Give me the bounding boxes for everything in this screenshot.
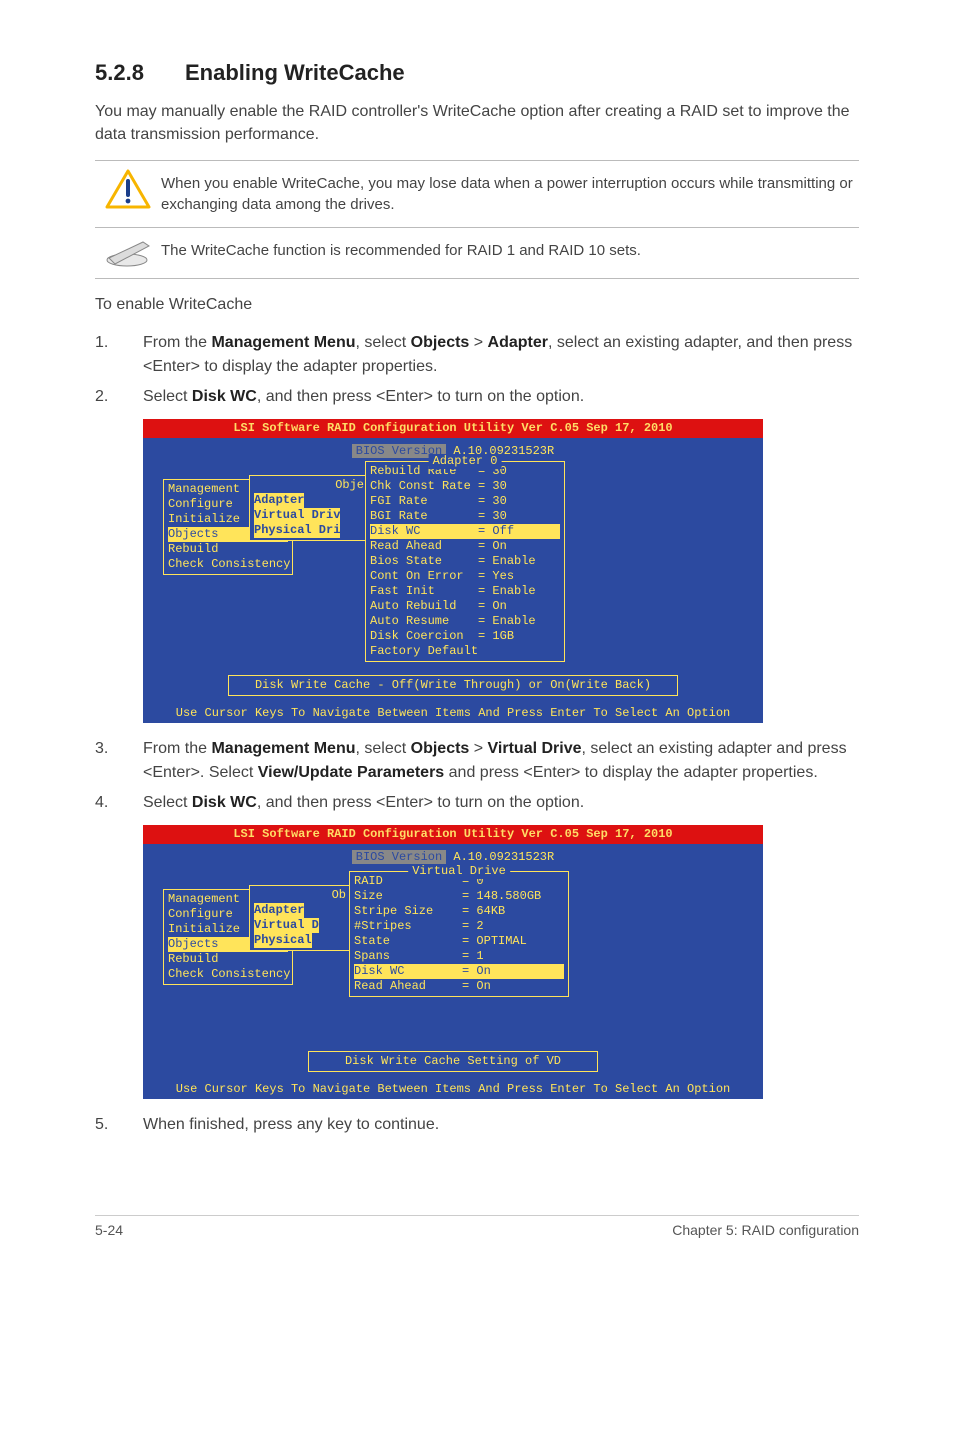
menu-item[interactable]: Rebuild (168, 542, 288, 557)
objects-submenu[interactable]: Obje Adapter Virtual Driv Physical Dri (249, 475, 369, 541)
bios-title-red: LSI Software RAID Configuration Utility … (143, 419, 763, 438)
submenu-item[interactable]: Virtual Driv (254, 508, 340, 523)
status-message: Disk Write Cache Setting of VD (308, 1051, 598, 1072)
note-text: The WriteCache function is recommended f… (161, 236, 859, 265)
submenu-item-selected[interactable]: Virtual D (254, 918, 319, 933)
warning-icon (105, 169, 151, 209)
callout-group: When you enable WriteCache, you may lose… (95, 160, 859, 279)
properties-title: Adapter 0 (429, 454, 502, 469)
property-row[interactable]: BGI Rate = 30 (370, 509, 560, 524)
property-row[interactable]: State = OPTIMAL (354, 934, 564, 949)
section-title-text: Enabling WriteCache (185, 60, 405, 85)
step-number: 3. (95, 737, 143, 785)
property-row[interactable]: Read Ahead = On (370, 539, 560, 554)
step-2: 2. Select Disk WC, and then press <Enter… (95, 385, 859, 409)
step-4: 4. Select Disk WC, and then press <Enter… (95, 791, 859, 815)
step-1: 1. From the Management Menu, select Obje… (95, 331, 859, 379)
properties-title: Virtual Drive (408, 864, 510, 879)
step-number: 5. (95, 1113, 143, 1137)
step-text: When finished, press any key to continue… (143, 1113, 859, 1137)
property-row[interactable]: Auto Rebuild = On (370, 599, 560, 614)
objects-submenu[interactable]: Ob Adapter Virtual D Physical (249, 885, 351, 951)
intro-paragraph: You may manually enable the RAID control… (95, 100, 859, 146)
bios-footer: Use Cursor Keys To Navigate Between Item… (143, 704, 763, 723)
step-3: 3. From the Management Menu, select Obje… (95, 737, 859, 785)
note-icon (103, 236, 153, 270)
submenu-header: Obje (254, 478, 364, 493)
property-row-highlighted[interactable]: Disk WC = Off (370, 524, 560, 539)
menu-item[interactable]: Rebuild (168, 952, 288, 967)
bios-title-bar: BIOS Version A.10.09231523R (149, 848, 757, 865)
section-number: 5.2.8 (95, 60, 185, 86)
property-row[interactable]: Bios State = Enable (370, 554, 560, 569)
page-footer: 5-24 Chapter 5: RAID configuration (95, 1215, 859, 1238)
step-text: Select Disk WC, and then press <Enter> t… (143, 385, 859, 409)
menu-item[interactable]: Check Consistency (168, 967, 288, 982)
submenu-item[interactable]: Physical (254, 933, 312, 948)
step-text: From the Management Menu, select Objects… (143, 331, 859, 379)
property-row[interactable]: Fast Init = Enable (370, 584, 560, 599)
bios-screenshot-2: LSI Software RAID Configuration Utility … (143, 825, 763, 1099)
submenu-item[interactable]: Adapter (254, 903, 304, 918)
step-5: 5. When finished, press any key to conti… (95, 1113, 859, 1137)
property-row[interactable]: Stripe Size = 64KB (354, 904, 564, 919)
step-number: 4. (95, 791, 143, 815)
submenu-header: Ob (254, 888, 346, 903)
property-row[interactable]: Auto Resume = Enable (370, 614, 560, 629)
adapter-properties[interactable]: Adapter 0 Rebuild Rate = 30Chk Const Rat… (365, 461, 565, 662)
submenu-item-selected[interactable]: Adapter (254, 493, 304, 508)
chapter-label: Chapter 5: RAID configuration (672, 1222, 859, 1238)
property-row-highlighted[interactable]: Disk WC = On (354, 964, 564, 979)
property-row[interactable]: Disk Coercion = 1GB (370, 629, 560, 644)
property-row[interactable]: Spans = 1 (354, 949, 564, 964)
bios-title-red: LSI Software RAID Configuration Utility … (143, 825, 763, 844)
submenu-item[interactable]: Physical Dri (254, 523, 340, 538)
property-row[interactable]: Factory Default (370, 644, 560, 659)
step-number: 2. (95, 385, 143, 409)
step-number: 1. (95, 331, 143, 379)
menu-item[interactable]: Check Consistency (168, 557, 288, 572)
warning-callout: When you enable WriteCache, you may lose… (95, 160, 859, 228)
bios-footer: Use Cursor Keys To Navigate Between Item… (143, 1080, 763, 1099)
section-heading: 5.2.8Enabling WriteCache (95, 60, 859, 86)
property-row[interactable]: Cont On Error = Yes (370, 569, 560, 584)
status-message: Disk Write Cache - Off(Write Through) or… (228, 675, 678, 696)
property-row[interactable]: #Stripes = 2 (354, 919, 564, 934)
note-callout: The WriteCache function is recommended f… (95, 228, 859, 279)
page-number: 5-24 (95, 1222, 123, 1238)
property-row[interactable]: Size = 148.580GB (354, 889, 564, 904)
step-text: Select Disk WC, and then press <Enter> t… (143, 791, 859, 815)
bios-screenshot-1: LSI Software RAID Configuration Utility … (143, 419, 763, 723)
procedure-label: To enable WriteCache (95, 293, 859, 316)
property-row[interactable]: Read Ahead = On (354, 979, 564, 994)
property-row[interactable]: FGI Rate = 30 (370, 494, 560, 509)
property-row[interactable]: Chk Const Rate = 30 (370, 479, 560, 494)
step-text: From the Management Menu, select Objects… (143, 737, 859, 785)
warning-text: When you enable WriteCache, you may lose… (161, 169, 859, 219)
virtual-drive-properties[interactable]: Virtual Drive RAID = 0Size = 148.580GBSt… (349, 871, 569, 997)
